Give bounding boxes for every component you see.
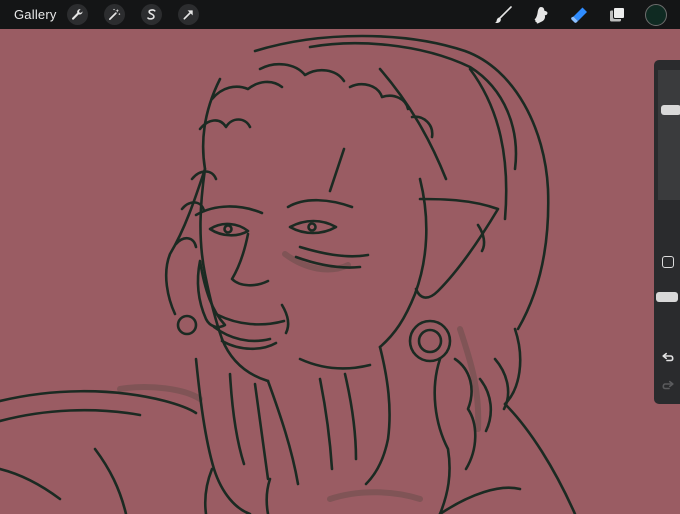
redo-button[interactable] — [660, 378, 676, 394]
layers-icon — [610, 6, 625, 21]
eraser-icon — [571, 7, 587, 23]
undo-button[interactable] — [660, 350, 676, 366]
brush-tool[interactable] — [491, 3, 515, 27]
layers-button[interactable] — [605, 3, 629, 27]
redo-arrow-icon — [662, 380, 674, 390]
selection-button[interactable] — [140, 4, 162, 25]
smudge-tool[interactable] — [529, 3, 553, 27]
selection-s-icon — [146, 9, 156, 20]
modify-button[interactable] — [662, 256, 674, 268]
canvas-background — [0, 29, 680, 514]
brush-size-slider[interactable] — [658, 70, 680, 200]
magic-wand-icon — [108, 8, 120, 20]
transform-button[interactable] — [177, 4, 199, 25]
brush-size-thumb[interactable] — [661, 104, 680, 115]
adjustments-button[interactable] — [103, 4, 125, 25]
top-toolbar: Gallery — [0, 0, 680, 29]
transform-arrow-icon — [183, 10, 193, 20]
undo-arrow-icon — [662, 352, 674, 362]
brush-sidebar — [654, 60, 680, 404]
color-swatch-button[interactable] — [645, 3, 667, 26]
tool-group — [477, 0, 680, 29]
eraser-tool[interactable] — [567, 3, 591, 27]
gallery-button[interactable]: Gallery — [14, 7, 57, 22]
drawing-canvas[interactable] — [0, 29, 680, 514]
opacity-thumb[interactable] — [656, 292, 678, 302]
smudge-icon — [534, 6, 548, 23]
opacity-slider[interactable] — [658, 220, 680, 236]
brush-icon — [494, 5, 512, 23]
actions-button[interactable] — [66, 4, 88, 25]
wrench-icon — [71, 9, 83, 20]
